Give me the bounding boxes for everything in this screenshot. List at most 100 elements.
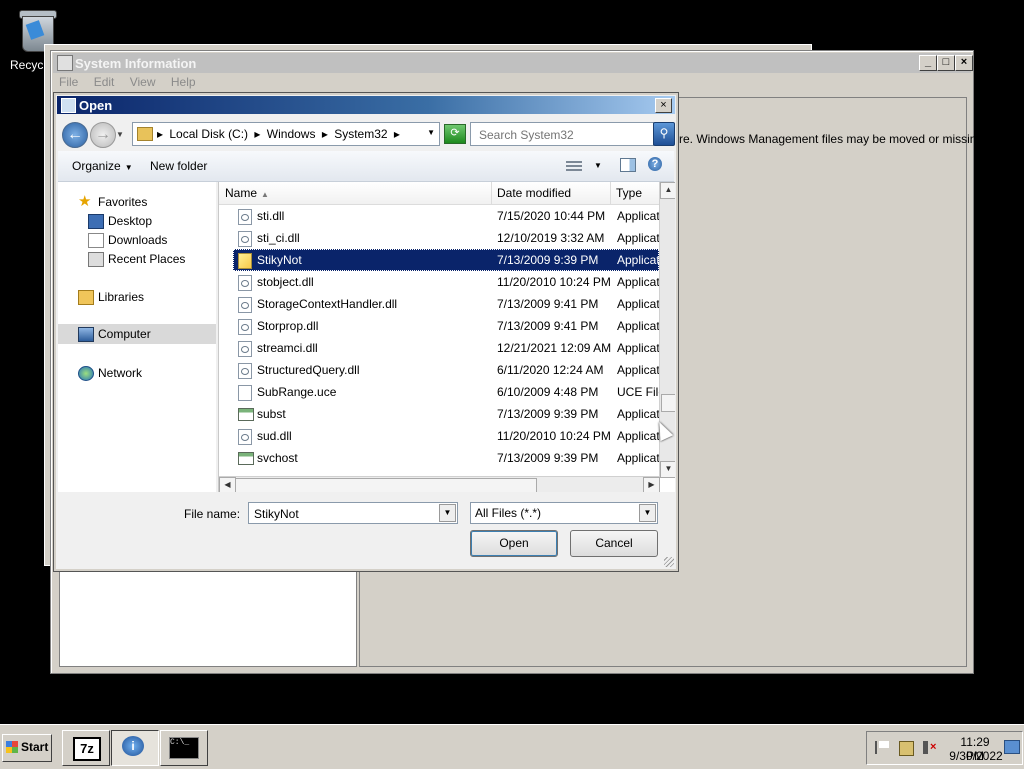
file-row[interactable]: Storprop.dll 7/13/2009 9:41 PM Application… bbox=[233, 315, 659, 337]
view-options-dropdown[interactable]: ▼ bbox=[594, 161, 602, 170]
search-button[interactable]: ⚲ bbox=[653, 122, 675, 146]
refresh-button[interactable]: ⟳ bbox=[444, 124, 466, 144]
open-button[interactable]: Open bbox=[470, 530, 558, 557]
file-row[interactable]: sud.dll 11/20/2010 10:24 PM Application ex… bbox=[233, 425, 659, 447]
action-center-flag-icon[interactable] bbox=[875, 741, 890, 754]
star-icon: ★ bbox=[78, 193, 92, 210]
vertical-scroll-thumb[interactable] bbox=[661, 394, 675, 412]
file-row[interactable]: StructuredQuery.dll 6/11/2020 12:24 AM App… bbox=[233, 359, 659, 381]
scroll-left-button[interactable]: ◀ bbox=[219, 477, 236, 492]
menu-file[interactable]: File bbox=[59, 75, 78, 89]
file-type: Application extension bbox=[617, 319, 659, 333]
show-desktop-button[interactable] bbox=[1004, 740, 1020, 754]
dialog-close-button[interactable]: × bbox=[655, 98, 672, 113]
file-row[interactable]: StorageContextHandler.dll 7/13/2009 9:41 … bbox=[233, 293, 659, 315]
close-button[interactable]: × bbox=[955, 55, 973, 71]
file-row[interactable]: SubRange.uce 6/10/2009 4:48 PM UCE File bbox=[233, 381, 659, 403]
new-folder-button[interactable]: New folder bbox=[150, 159, 207, 173]
file-name: StructuredQuery.dll bbox=[257, 363, 360, 377]
nav-downloads[interactable]: Downloads bbox=[58, 230, 216, 250]
file-row[interactable]: stobject.dll 11/20/2010 10:24 PM Applicati… bbox=[233, 271, 659, 293]
minimize-button[interactable]: _ bbox=[919, 55, 937, 71]
menu-edit[interactable]: Edit bbox=[94, 75, 115, 89]
file-type: Application bbox=[617, 253, 659, 267]
file-type: Application extension bbox=[617, 363, 659, 377]
scroll-right-button[interactable]: ▶ bbox=[643, 477, 660, 492]
maximize-button[interactable]: □ bbox=[937, 55, 955, 71]
menu-help[interactable]: Help bbox=[171, 75, 196, 89]
command-toolbar: Organize ▼ New folder ▼ ? bbox=[58, 151, 674, 182]
horizontal-scrollbar[interactable]: ◀ ▶ bbox=[219, 476, 660, 492]
search-input[interactable] bbox=[477, 125, 651, 145]
file-name-combobox: ▼ bbox=[248, 502, 458, 524]
volume-muted-icon[interactable] bbox=[923, 741, 936, 754]
nav-desktop[interactable]: Desktop bbox=[58, 211, 216, 231]
7zip-icon: 7z bbox=[73, 737, 101, 761]
preview-pane-button[interactable] bbox=[620, 158, 636, 172]
file-date-modified: 7/13/2009 9:39 PM bbox=[497, 253, 599, 267]
back-button[interactable]: ← bbox=[62, 122, 88, 148]
change-view-button[interactable] bbox=[566, 159, 582, 171]
organize-button[interactable]: Organize ▼ bbox=[72, 159, 133, 173]
file-row[interactable]: sti.dll 7/15/2020 10:44 PM Application ext… bbox=[233, 205, 659, 227]
sysinfo-tree-pane[interactable] bbox=[59, 571, 357, 667]
column-date-modified[interactable]: Date modified bbox=[491, 182, 611, 204]
help-button[interactable]: ? bbox=[648, 157, 662, 171]
scroll-down-button[interactable]: ▼ bbox=[660, 461, 675, 478]
nav-network[interactable]: Network bbox=[58, 363, 216, 383]
file-name-input[interactable] bbox=[252, 505, 440, 523]
file-row[interactable]: StikyNot 7/13/2009 9:39 PM Application bbox=[233, 249, 659, 271]
taskbar-system-information[interactable]: i bbox=[111, 730, 159, 766]
taskbar-command-prompt[interactable]: C:\_ bbox=[160, 730, 208, 766]
sysinfo-titlebar[interactable]: System Information _ □ × bbox=[53, 53, 973, 73]
nav-label: Downloads bbox=[108, 233, 168, 247]
network-tray-icon[interactable] bbox=[899, 741, 914, 756]
filter-dropdown-button[interactable]: ▼ bbox=[639, 504, 656, 522]
recent-locations-dropdown[interactable]: ▼ bbox=[116, 130, 124, 139]
taskbar: Start 7z i C:\_ 11:29 PM 9/30/2022 bbox=[0, 724, 1024, 769]
file-type: Application extension bbox=[617, 231, 659, 245]
file-date-modified: 6/10/2009 4:48 PM bbox=[497, 385, 599, 399]
exe-file-icon bbox=[238, 408, 254, 421]
resize-grip[interactable] bbox=[664, 557, 674, 567]
dialog-title: Open bbox=[79, 98, 113, 113]
column-name[interactable]: Name ▲ bbox=[219, 182, 492, 204]
nav-favorites[interactable]: ★ Favorites bbox=[58, 192, 216, 212]
forward-button[interactable]: → bbox=[90, 122, 116, 148]
scroll-up-button[interactable]: ▲ bbox=[660, 182, 675, 199]
search-box bbox=[470, 122, 654, 146]
file-row[interactable]: sti_ci.dll 12/10/2019 3:32 AM Application … bbox=[233, 227, 659, 249]
address-bar[interactable]: ▸ Local Disk (C:) ▸ Windows ▸ System32 ▸… bbox=[132, 122, 440, 146]
horizontal-scroll-thumb[interactable] bbox=[235, 478, 537, 492]
file-name: sti.dll bbox=[257, 209, 285, 223]
breadcrumb-system32[interactable]: System32 bbox=[334, 127, 387, 141]
nav-label: Computer bbox=[98, 327, 151, 341]
nav-recent-places[interactable]: Recent Places bbox=[58, 249, 216, 269]
breadcrumb: ▸ Local Disk (C:) ▸ Windows ▸ System32 ▸ bbox=[157, 127, 400, 141]
nav-label: Desktop bbox=[108, 214, 153, 228]
column-header: Name ▲ Date modified Type bbox=[219, 182, 667, 205]
file-name-dropdown-button[interactable]: ▼ bbox=[439, 504, 456, 522]
breadcrumb-windows[interactable]: Windows bbox=[267, 127, 316, 141]
file-date-modified: 7/13/2009 9:41 PM bbox=[497, 319, 599, 333]
start-button[interactable]: Start bbox=[2, 734, 52, 762]
file-date-modified: 11/20/2010 10:24 PM bbox=[497, 275, 611, 289]
cancel-button[interactable]: Cancel bbox=[570, 530, 658, 557]
address-dropdown-icon[interactable]: ▼ bbox=[427, 128, 435, 137]
taskbar-7zip[interactable]: 7z bbox=[62, 730, 110, 766]
file-type-filter[interactable]: All Files (*.*) ▼ bbox=[470, 502, 658, 524]
clock-date[interactable]: 9/30/2022 bbox=[947, 749, 1005, 763]
dialog-titlebar[interactable]: Open × bbox=[57, 96, 675, 114]
recent-places-icon bbox=[88, 252, 104, 267]
breadcrumb-local-disk[interactable]: Local Disk (C:) bbox=[169, 127, 248, 141]
sysinfo-error-message: re. Windows Management files may be move… bbox=[679, 132, 987, 146]
file-name: StikyNot bbox=[257, 253, 302, 267]
file-row[interactable]: subst 7/13/2009 9:39 PM Application bbox=[233, 403, 659, 425]
menu-view[interactable]: View bbox=[130, 75, 156, 89]
file-type: Application bbox=[617, 407, 659, 421]
nav-computer[interactable]: Computer bbox=[58, 324, 216, 344]
file-row[interactable]: streamci.dll 12/21/2021 12:09 AM Applicati… bbox=[233, 337, 659, 359]
file-row[interactable]: svchost 7/13/2009 9:39 PM Application bbox=[233, 447, 659, 469]
forward-arrow-icon: → bbox=[95, 126, 111, 143]
nav-libraries[interactable]: Libraries bbox=[58, 287, 216, 307]
